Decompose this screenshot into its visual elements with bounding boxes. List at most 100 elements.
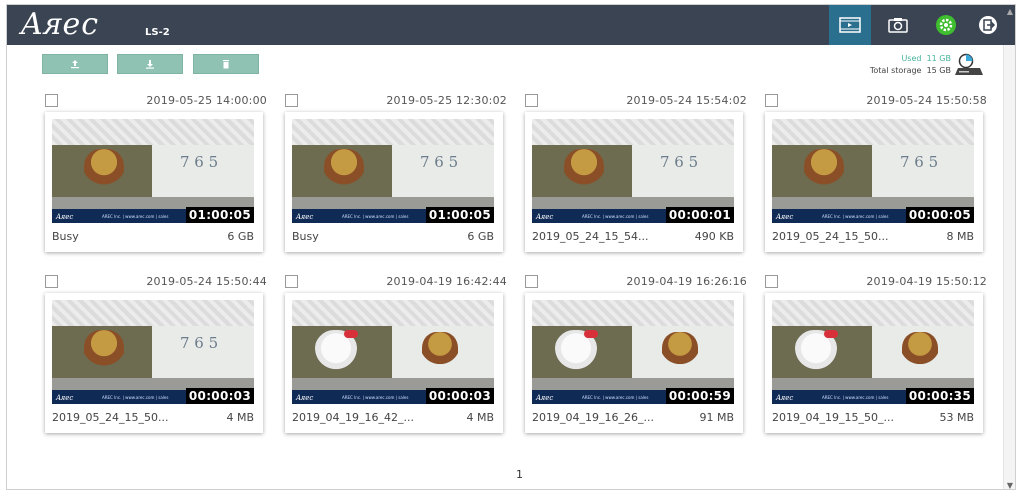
settings-button[interactable] xyxy=(925,5,967,45)
select-checkbox[interactable] xyxy=(45,94,58,107)
recording-card[interactable]: Aᴙec AREC Inc. | www.arec.com | sales 00:0… xyxy=(285,293,503,433)
storage-drive-icon xyxy=(955,53,983,75)
recording-card[interactable]: Aᴙec AREC Inc. | www.arec.com | sales 00:0… xyxy=(525,293,743,433)
logout-button[interactable] xyxy=(967,5,1009,45)
overlay-logo: Aᴙec xyxy=(296,394,314,402)
recording-item[interactable]: 2019-04-19 16:42:44 Aᴙec AREC Inc. | www.a… xyxy=(285,275,507,435)
overlay-text: AREC Inc. | www.arec.com | sales xyxy=(102,395,169,400)
recording-date: 2019-04-19 15:50:12 xyxy=(866,275,987,288)
overlay-logo: Aᴙec xyxy=(536,213,554,221)
settings-gear-icon xyxy=(936,15,956,35)
recording-card[interactable]: Aᴙec AREC Inc. | www.arec.com | sales 00:0… xyxy=(765,293,983,433)
recording-item[interactable]: 2019-05-24 15:54:02 7 6 5 Aᴙec AREC Inc. | … xyxy=(525,94,747,254)
select-checkbox[interactable] xyxy=(285,94,298,107)
toy-bow xyxy=(344,330,358,338)
recording-item[interactable]: 2019-05-25 12:30:02 7 6 5 Aᴙec AREC Inc. | … xyxy=(285,94,507,254)
camera-button[interactable] xyxy=(877,5,919,45)
doll-figure xyxy=(662,332,698,372)
scroll-up-icon[interactable]: ▲ xyxy=(1004,5,1015,17)
video-thumbnail[interactable]: 7 6 5 Aᴙec AREC Inc. | www.arec.com | sale… xyxy=(52,300,254,404)
overlay-text: AREC Inc. | www.arec.com | sales xyxy=(342,214,409,219)
thumb-ceiling xyxy=(772,300,974,326)
recording-item[interactable]: 2019-05-24 15:50:58 7 6 5 Aᴙec AREC Inc. | … xyxy=(765,94,987,254)
recording-name: 2019_04_19_16_42_... xyxy=(292,411,414,424)
record-list-button[interactable] xyxy=(829,5,871,45)
recording-size: 8 MB xyxy=(946,230,974,243)
video-thumbnail[interactable]: 7 6 5 Aᴙec AREC Inc. | www.arec.com | sale… xyxy=(292,119,494,223)
video-thumbnail[interactable]: 7 6 5 Aᴙec AREC Inc. | www.arec.com | sale… xyxy=(772,119,974,223)
recording-date: 2019-05-25 14:00:00 xyxy=(146,94,267,107)
select-checkbox[interactable] xyxy=(525,94,538,107)
recording-item[interactable]: 2019-04-19 15:50:12 Aᴙec AREC Inc. | www.a… xyxy=(765,275,987,435)
wall-clock-digits: 7 6 5 xyxy=(180,153,219,171)
select-checkbox[interactable] xyxy=(765,94,778,107)
video-thumbnail[interactable]: Aᴙec AREC Inc. | www.arec.com | sales 00:0… xyxy=(532,300,734,404)
recording-card[interactable]: 7 6 5 Aᴙec AREC Inc. | www.arec.com | sale… xyxy=(45,293,263,433)
doll-figure xyxy=(422,332,458,372)
wall-clock-digits: 7 6 5 xyxy=(420,153,459,171)
recording-name: Busy xyxy=(52,230,79,243)
recording-date: 2019-05-24 15:54:02 xyxy=(626,94,747,107)
select-checkbox[interactable] xyxy=(525,275,538,288)
duration-badge: 00:00:03 xyxy=(425,388,494,404)
vertical-scrollbar[interactable]: ▲ ▼ xyxy=(1003,7,1015,490)
recording-name: 2019_04_19_15_50_... xyxy=(772,411,894,424)
total-value: 15 GB xyxy=(926,66,951,75)
recording-name: 2019_05_24_15_54... xyxy=(532,230,649,243)
upload-button[interactable] xyxy=(42,54,108,74)
select-checkbox[interactable] xyxy=(765,275,778,288)
device-model: LS-2 xyxy=(145,27,170,38)
overlay-text: AREC Inc. | www.arec.com | sales xyxy=(822,395,889,400)
video-thumbnail[interactable]: Aᴙec AREC Inc. | www.arec.com | sales 00:0… xyxy=(292,300,494,404)
wall-clock-digits: 7 6 5 xyxy=(180,334,219,352)
video-thumbnail[interactable]: 7 6 5 Aᴙec AREC Inc. | www.arec.com | sale… xyxy=(52,119,254,223)
thumb-ceiling xyxy=(292,119,494,145)
thumb-ceiling xyxy=(772,119,974,145)
recording-date: 2019-05-24 15:50:44 xyxy=(146,275,267,288)
pagination-current-page[interactable]: 1 xyxy=(516,468,523,481)
scroll-down-icon[interactable]: ▼ xyxy=(1004,479,1015,490)
select-checkbox[interactable] xyxy=(285,275,298,288)
wall-clock-digits: 7 6 5 xyxy=(660,153,699,171)
overlay-logo: Aᴙec xyxy=(776,394,794,402)
wall-clock-digits: 7 6 5 xyxy=(900,153,939,171)
overlay-logo: Aᴙec xyxy=(296,213,314,221)
app-window: Aᴙec LS-2 Used 11 GB Total storage 15 GB… xyxy=(6,4,1016,490)
toy-bow xyxy=(824,330,838,338)
download-button[interactable] xyxy=(117,54,183,74)
overlay-text: AREC Inc. | www.arec.com | sales xyxy=(822,214,889,219)
doll-figure xyxy=(564,149,604,193)
recording-size: 6 GB xyxy=(227,230,254,243)
select-checkbox[interactable] xyxy=(45,275,58,288)
recording-name: 2019_05_24_15_50... xyxy=(772,230,889,243)
thumb-ceiling xyxy=(52,119,254,145)
recording-name: 2019_05_24_15_50... xyxy=(52,411,169,424)
delete-button[interactable] xyxy=(193,54,259,74)
duration-badge: 01:00:05 xyxy=(185,207,254,223)
recording-item[interactable]: 2019-05-24 15:50:44 7 6 5 Aᴙec AREC Inc. | … xyxy=(45,275,267,435)
recording-name: 2019_04_19_16_26_... xyxy=(532,411,654,424)
recording-card[interactable]: 7 6 5 Aᴙec AREC Inc. | www.arec.com | sale… xyxy=(285,112,503,252)
recording-card[interactable]: 7 6 5 Aᴙec AREC Inc. | www.arec.com | sale… xyxy=(45,112,263,252)
recording-item[interactable]: 2019-05-25 14:00:00 7 6 5 Aᴙec AREC Inc. | … xyxy=(45,94,267,254)
storage-info: Used 11 GB Total storage 15 GB xyxy=(870,53,951,77)
video-thumbnail[interactable]: 7 6 5 Aᴙec AREC Inc. | www.arec.com | sale… xyxy=(532,119,734,223)
logout-icon xyxy=(979,16,997,34)
total-label: Total storage xyxy=(869,66,922,75)
overlay-text: AREC Inc. | www.arec.com | sales xyxy=(582,395,649,400)
top-bar: Aᴙec LS-2 xyxy=(7,5,1015,45)
overlay-logo: Aᴙec xyxy=(56,394,74,402)
video-thumbnail[interactable]: Aᴙec AREC Inc. | www.arec.com | sales 00:0… xyxy=(772,300,974,404)
recording-item[interactable]: 2019-04-19 16:26:16 Aᴙec AREC Inc. | www.a… xyxy=(525,275,747,435)
duration-badge: 01:00:05 xyxy=(425,207,494,223)
doll-figure xyxy=(902,332,938,372)
recording-card[interactable]: 7 6 5 Aᴙec AREC Inc. | www.arec.com | sale… xyxy=(765,112,983,252)
duration-badge: 00:00:05 xyxy=(905,207,974,223)
overlay-logo: Aᴙec xyxy=(56,213,74,221)
doll-figure xyxy=(324,149,364,193)
duration-badge: 00:00:01 xyxy=(665,207,734,223)
recording-size: 4 MB xyxy=(226,411,254,424)
recording-card[interactable]: 7 6 5 Aᴙec AREC Inc. | www.arec.com | sale… xyxy=(525,112,743,252)
camera-icon xyxy=(888,18,908,33)
upload-icon xyxy=(71,60,79,69)
